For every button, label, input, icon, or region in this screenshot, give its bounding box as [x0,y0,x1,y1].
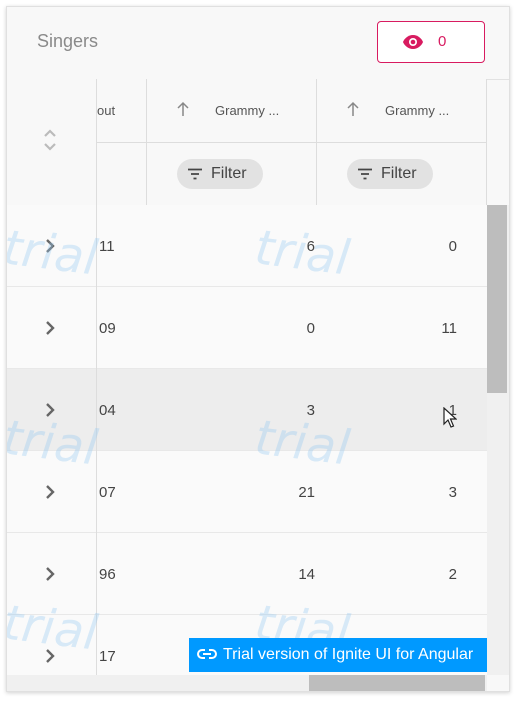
cell-grammy-awards[interactable]: 2 [397,566,457,583]
cell-debut[interactable]: 96 [99,566,116,583]
row-expander[interactable] [7,533,97,615]
eye-icon [403,35,423,49]
arrow-up-icon[interactable] [177,101,189,117]
grid-body: 11 6 0 09 0 11 04 3 1 07 21 3 96 14 2 17… [7,205,487,675]
hidden-columns-button[interactable]: 0 [377,21,485,63]
filter-icon [358,168,372,180]
filter-label: Filter [381,165,417,182]
arrow-up-icon[interactable] [347,101,359,117]
cell-grammy-nominations[interactable]: 0 [255,320,315,337]
vertical-scrollbar-thumb[interactable] [487,205,507,393]
collapse-all-icon [44,129,56,151]
link-icon [197,649,217,659]
column-title: Grammy ... [385,103,450,118]
cell-grammy-awards[interactable]: 0 [397,238,457,255]
cell-debut[interactable]: 11 [99,238,115,255]
grid-header: out Grammy ... Filter Grammy ... Filter [7,79,487,206]
grid-panel: Singers 0 out Grammy ... Filter Grammy .… [6,6,510,692]
chevron-right-icon[interactable] [45,566,55,582]
trial-banner-text: Trial version of Ignite UI for Angular [223,646,474,663]
header-column-grammy-nominations[interactable]: Grammy ... Filter [147,79,317,205]
cell-debut[interactable]: 07 [99,484,116,501]
filter-chip[interactable]: Filter [177,159,263,189]
column-title-cell[interactable]: Grammy ... [317,79,486,143]
row-expander[interactable] [7,287,97,369]
header-column-grammy-awards[interactable]: Grammy ... Filter [317,79,487,205]
hidden-count: 0 [438,33,447,50]
table-row[interactable]: 04 3 1 [7,369,487,451]
chevron-right-icon[interactable] [45,238,55,254]
cell-debut[interactable]: 17 [99,648,116,665]
grid-title: Singers [37,31,99,51]
chevron-right-icon[interactable] [45,484,55,500]
filter-chip[interactable]: Filter [347,159,433,189]
cell-grammy-awards[interactable]: 11 [397,320,457,337]
chevron-right-icon[interactable] [45,320,55,336]
cell-grammy-nominations[interactable]: 6 [255,238,315,255]
collapse-all-cell[interactable] [7,79,97,205]
table-row[interactable]: 96 14 2 [7,533,487,615]
horizontal-scrollbar-thumb[interactable] [309,675,485,691]
row-expander[interactable] [7,615,97,675]
cell-grammy-nominations[interactable]: 21 [255,484,315,501]
row-expander[interactable] [7,451,97,533]
table-row[interactable]: 09 0 11 [7,287,487,369]
trial-banner-link[interactable]: Trial version of Ignite UI for Angular [189,638,487,672]
header-column-debut[interactable]: out [97,79,147,205]
filter-icon [188,168,202,180]
column-title-cell[interactable]: Grammy ... [147,79,316,143]
cell-grammy-awards[interactable]: 3 [397,484,457,501]
table-row[interactable]: 11 6 0 [7,205,487,287]
mouse-cursor-icon [443,407,457,428]
chevron-right-icon[interactable] [45,648,55,664]
filter-label: Filter [211,165,247,182]
column-title: out [97,103,116,118]
column-title: Grammy ... [215,103,280,118]
grid-toolbar: Singers 0 [7,7,509,80]
cell-grammy-nominations[interactable]: 3 [255,402,315,419]
cell-debut[interactable]: 09 [99,320,116,337]
table-row[interactable]: 07 21 3 [7,451,487,533]
row-expander[interactable] [7,205,97,287]
row-expander[interactable] [7,369,97,451]
cell-grammy-nominations[interactable]: 14 [255,566,315,583]
column-title-cell[interactable]: out [97,79,146,143]
chevron-right-icon[interactable] [45,402,55,418]
cell-debut[interactable]: 04 [99,402,116,419]
